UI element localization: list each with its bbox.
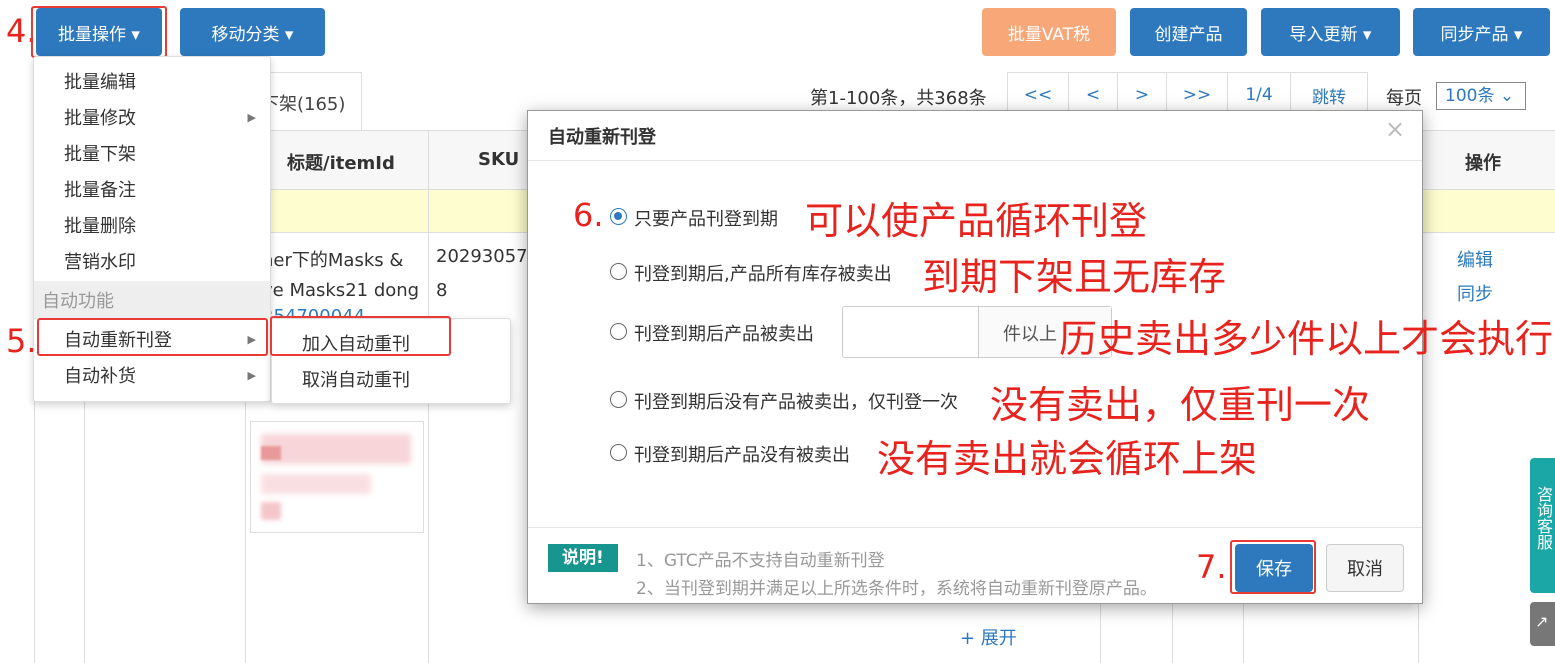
menu-item-label: 批量备注 xyxy=(64,180,136,201)
annotation-relist-once: 没有卖出，仅重刊一次 xyxy=(990,383,1371,427)
menu-item-batch-delist[interactable]: 批量下架 xyxy=(34,135,270,171)
note-badge: 说明! xyxy=(548,544,618,572)
table-col-line xyxy=(1100,600,1101,663)
menu-item-batch-modify[interactable]: 批量修改 ▶ xyxy=(34,99,270,135)
option-not-sold-once-label: 刊登到期后没有产品被卖出，仅刊登一次 xyxy=(634,392,958,413)
sold-count-input[interactable] xyxy=(843,307,978,357)
sync-product-button[interactable]: 同步产品 ▾ xyxy=(1413,8,1550,56)
move-category-button[interactable]: 移动分类 ▾ xyxy=(180,8,325,56)
blurred-image-block xyxy=(261,446,281,460)
note-line-1: 1、GTC产品不支持自动重新刊登 xyxy=(636,551,885,571)
menu-item-label: 批量修改 xyxy=(64,108,136,129)
dialog-header: 自动重新刊登 × xyxy=(528,111,1422,161)
per-page-select[interactable]: 100条 ⌄ xyxy=(1436,82,1526,110)
menu-item-watermark[interactable]: 营销水印 xyxy=(34,243,270,279)
col-header-sku: SKU xyxy=(478,149,520,170)
arrow-up-icon: ↗ xyxy=(1535,612,1549,631)
chevron-right-icon: ▶ xyxy=(247,368,256,382)
step-7-highlight xyxy=(1230,540,1316,594)
menu-item-label: 批量下架 xyxy=(64,144,136,165)
row-title-line2: ve Masks21 dong xyxy=(262,280,420,301)
customer-service-widget[interactable]: 咨询客服 xyxy=(1530,458,1555,593)
cancel-button[interactable]: 取消 xyxy=(1326,544,1404,592)
row-title-line1: ner下的Masks & xyxy=(262,250,404,271)
col-header-action: 操作 xyxy=(1465,153,1501,174)
pager-summary: 第1-100条，共368条 xyxy=(810,88,987,109)
create-product-button[interactable]: 创建产品 xyxy=(1130,8,1247,56)
action-edit-link[interactable]: 编辑 xyxy=(1457,246,1493,272)
menu-item-label: 自动补货 xyxy=(64,366,136,387)
annotation-cyclic-relist: 可以使产品循环刊登 xyxy=(805,199,1148,243)
table-col-line xyxy=(1172,600,1173,663)
radio-option-not-sold[interactable] xyxy=(610,444,627,461)
import-update-button[interactable]: 导入更新 ▾ xyxy=(1261,8,1400,56)
submenu-highlight xyxy=(270,316,451,356)
dialog-title: 自动重新刊登 xyxy=(548,127,656,148)
step-5-highlight xyxy=(37,318,268,356)
option-sold-count-label: 刊登到期后产品被卖出 xyxy=(634,324,814,345)
step-7-label: 7. xyxy=(1196,548,1227,586)
step-6-label: 6. xyxy=(573,196,604,234)
menu-item-batch-edit[interactable]: 批量编辑 xyxy=(34,63,270,99)
action-sync-link[interactable]: 同步 xyxy=(1457,280,1493,306)
menu-item-label: 营销水印 xyxy=(64,252,136,273)
note-line-2: 2、当刊登到期并满足以上所选条件时，系统将自动重新刊登原产品。 xyxy=(636,579,1157,599)
menu-section-label: 自动功能 xyxy=(42,291,114,312)
menu-item-label: 批量编辑 xyxy=(64,72,136,93)
table-col-line xyxy=(1243,600,1244,663)
blurred-image-block xyxy=(261,502,281,520)
expand-link[interactable]: + 展开 xyxy=(960,624,1017,650)
chevron-right-icon: ▶ xyxy=(247,110,256,124)
blurred-image-block xyxy=(261,434,411,464)
close-icon[interactable]: × xyxy=(1385,115,1405,143)
row-sku-line1: 202930575 xyxy=(436,246,540,267)
step-4-highlight xyxy=(31,6,167,58)
radio-option-not-sold-once[interactable] xyxy=(610,391,627,408)
submenu-cancel-auto-relist[interactable]: 取消自动重刊 xyxy=(272,361,510,397)
scroll-top-button[interactable]: ↗ xyxy=(1530,602,1555,646)
option-expire-label: 只要产品刊登到期 xyxy=(634,209,778,230)
per-page-label: 每页 xyxy=(1386,88,1422,109)
radio-option-sold-count[interactable] xyxy=(610,323,627,340)
option-not-sold-label: 刊登到期后产品没有被卖出 xyxy=(634,445,850,466)
menu-section-auto: 自动功能 xyxy=(34,281,270,319)
col-header-title: 标题/itemId xyxy=(287,153,395,174)
annotation-cyclic-list: 没有卖出就会循环上架 xyxy=(877,437,1258,481)
option-all-sold-label: 刊登到期后,产品所有库存被卖出 xyxy=(634,264,892,285)
menu-item-batch-note[interactable]: 批量备注 xyxy=(34,171,270,207)
menu-item-label: 取消自动重刊 xyxy=(302,370,410,391)
blurred-image-block xyxy=(261,474,371,494)
menu-item-batch-delete[interactable]: 批量删除 xyxy=(34,207,270,243)
tab-delisted-label: 下架(165) xyxy=(261,94,346,115)
menu-item-auto-restock[interactable]: 自动补货 ▶ xyxy=(34,357,270,393)
annotation-expire-no-stock: 到期下架且无库存 xyxy=(922,255,1227,299)
menu-item-label: 批量删除 xyxy=(64,216,136,237)
product-image xyxy=(250,421,424,533)
row-sku-line2: 8 xyxy=(436,280,448,301)
batch-vat-button[interactable]: 批量VAT税 xyxy=(982,8,1116,56)
radio-option-all-sold[interactable] xyxy=(610,263,627,280)
step-5-label: 5. xyxy=(6,322,37,360)
radio-option-expire[interactable] xyxy=(610,208,627,225)
annotation-sold-threshold: 历史卖出多少件以上才会执行 xyxy=(1059,317,1554,361)
